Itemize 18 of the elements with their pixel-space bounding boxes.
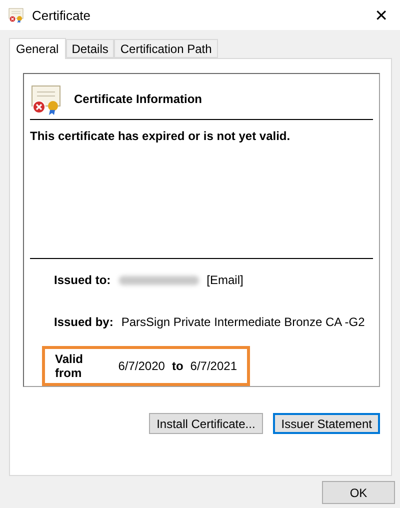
tab[interactable]: Details — [66, 39, 114, 58]
tab[interactable]: General — [9, 38, 66, 59]
tab[interactable]: Certification Path — [114, 39, 218, 58]
issued-to-label: Issued to: — [54, 273, 111, 287]
to-label: to — [172, 359, 184, 373]
issued-by-value: ParsSign Private Intermediate Bronze CA -G2 — [121, 315, 365, 329]
info-heading: Certificate Information — [74, 92, 202, 106]
dialog-button[interactable]: Install Certificate... — [148, 413, 264, 434]
issued-to-value: [Email] — [206, 273, 244, 287]
ok-button[interactable]: OK — [322, 481, 395, 504]
issued-by-label: Issued by: — [54, 315, 114, 329]
dialog-button[interactable]: Issuer Statement — [273, 413, 380, 434]
valid-from-date: 6/7/2020 — [118, 359, 165, 373]
valid-from-label: Valid from — [55, 352, 84, 380]
status-message: This certificate has expired or is not yet valid. — [30, 129, 292, 143]
close-button[interactable]: ✕ — [370, 6, 392, 24]
window-title: Certificate — [32, 8, 92, 22]
valid-to-date: 6/7/2021 — [190, 359, 237, 373]
